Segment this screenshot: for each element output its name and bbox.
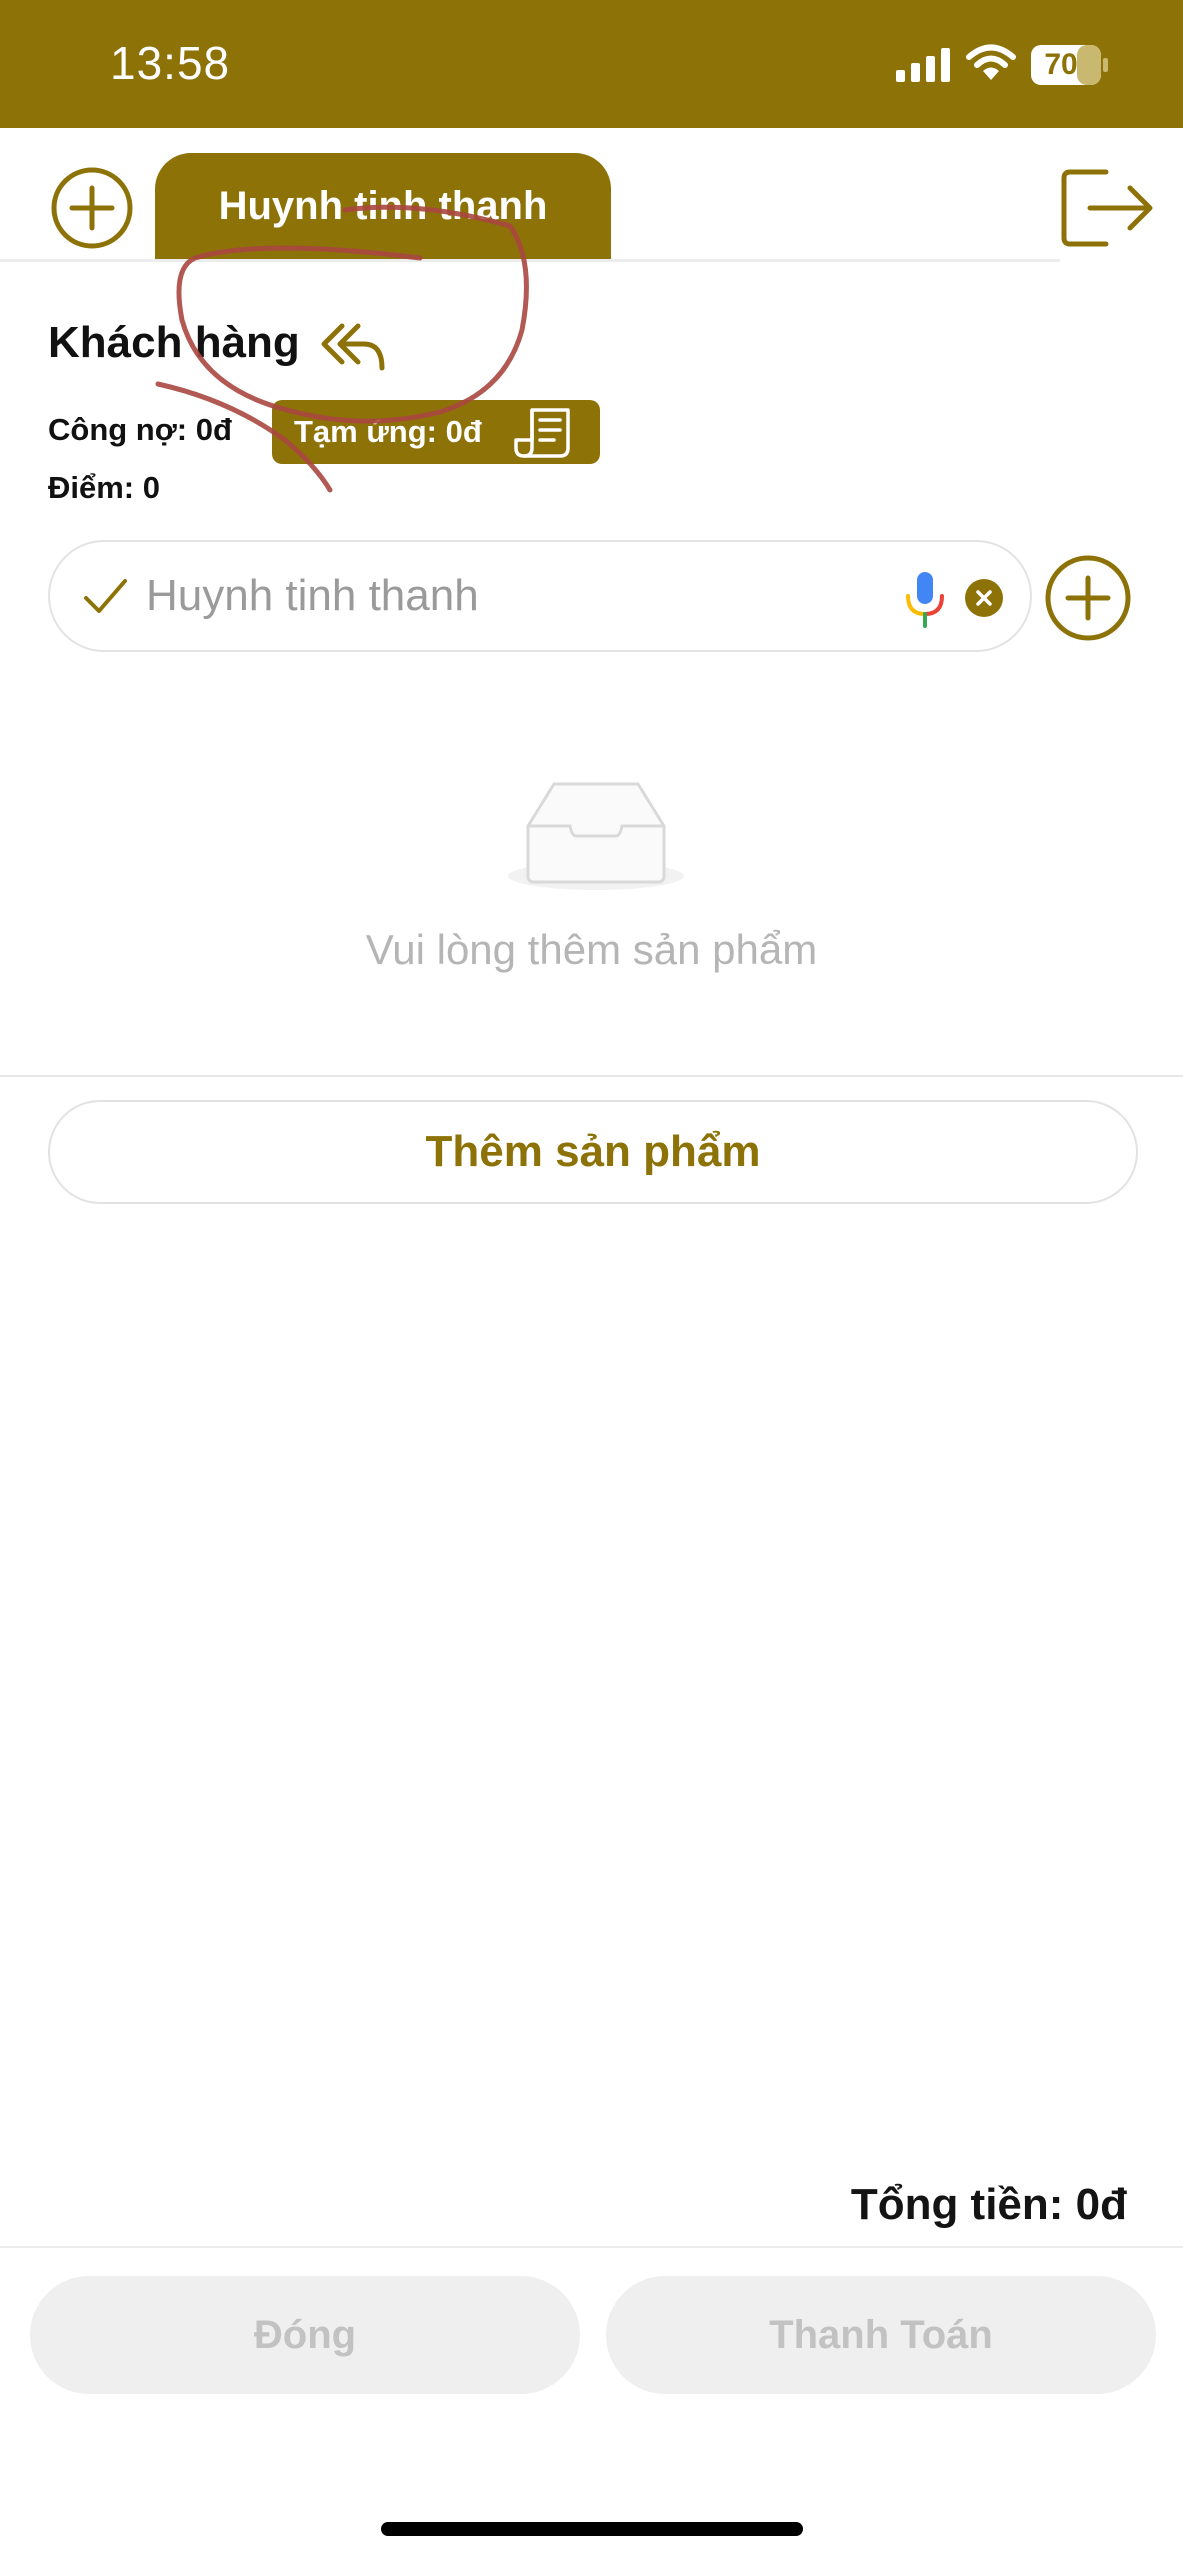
- logout-button[interactable]: [1060, 166, 1156, 250]
- divider: [0, 2246, 1183, 2248]
- receipt-icon: [514, 408, 570, 458]
- tab-active[interactable]: Huynh tinh thanh: [155, 153, 611, 259]
- tab-divider: [0, 259, 1060, 262]
- pay-button-label: Thanh Toán: [769, 2312, 993, 2357]
- empty-state-message: Vui lòng thêm sản phẩm: [365, 926, 818, 973]
- total-amount: Tổng tiền: 0đ: [850, 2180, 1127, 2229]
- reply-all-icon[interactable]: [320, 318, 386, 372]
- wifi-icon: [966, 44, 1016, 80]
- divider: [0, 1075, 1183, 1077]
- add-product-button[interactable]: Thêm sản phẩm: [48, 1100, 1138, 1204]
- customer-field[interactable]: [48, 540, 1032, 652]
- check-icon: [84, 579, 127, 613]
- pay-button[interactable]: Thanh Toán: [606, 2276, 1156, 2394]
- close-button[interactable]: Đóng: [30, 2276, 580, 2394]
- advance-label: Tạm ứng: 0đ: [294, 414, 482, 449]
- add-customer-button[interactable]: [1044, 554, 1132, 642]
- close-button-label: Đóng: [253, 2312, 357, 2357]
- customer-input[interactable]: [146, 564, 926, 628]
- signal-icon: [896, 48, 950, 82]
- add-tab-button[interactable]: [50, 166, 134, 250]
- clear-icon[interactable]: [964, 578, 1004, 618]
- advance-badge[interactable]: Tạm ứng: 0đ: [272, 400, 600, 464]
- customer-title: Khách hàng: [48, 318, 300, 367]
- debt-text: Công nợ: 0đ: [48, 412, 232, 447]
- battery-level: 70: [1044, 48, 1078, 81]
- battery-icon: 70: [1030, 44, 1110, 86]
- add-product-label: Thêm sản phẩm: [425, 1127, 761, 1176]
- status-time: 13:58: [110, 37, 231, 89]
- home-indicator: [381, 2522, 803, 2536]
- microphone-icon[interactable]: [902, 570, 948, 628]
- points-text: Điểm: 0: [48, 470, 160, 505]
- empty-inbox-icon: [508, 782, 684, 890]
- tab-active-label: Huynh tinh thanh: [218, 183, 548, 228]
